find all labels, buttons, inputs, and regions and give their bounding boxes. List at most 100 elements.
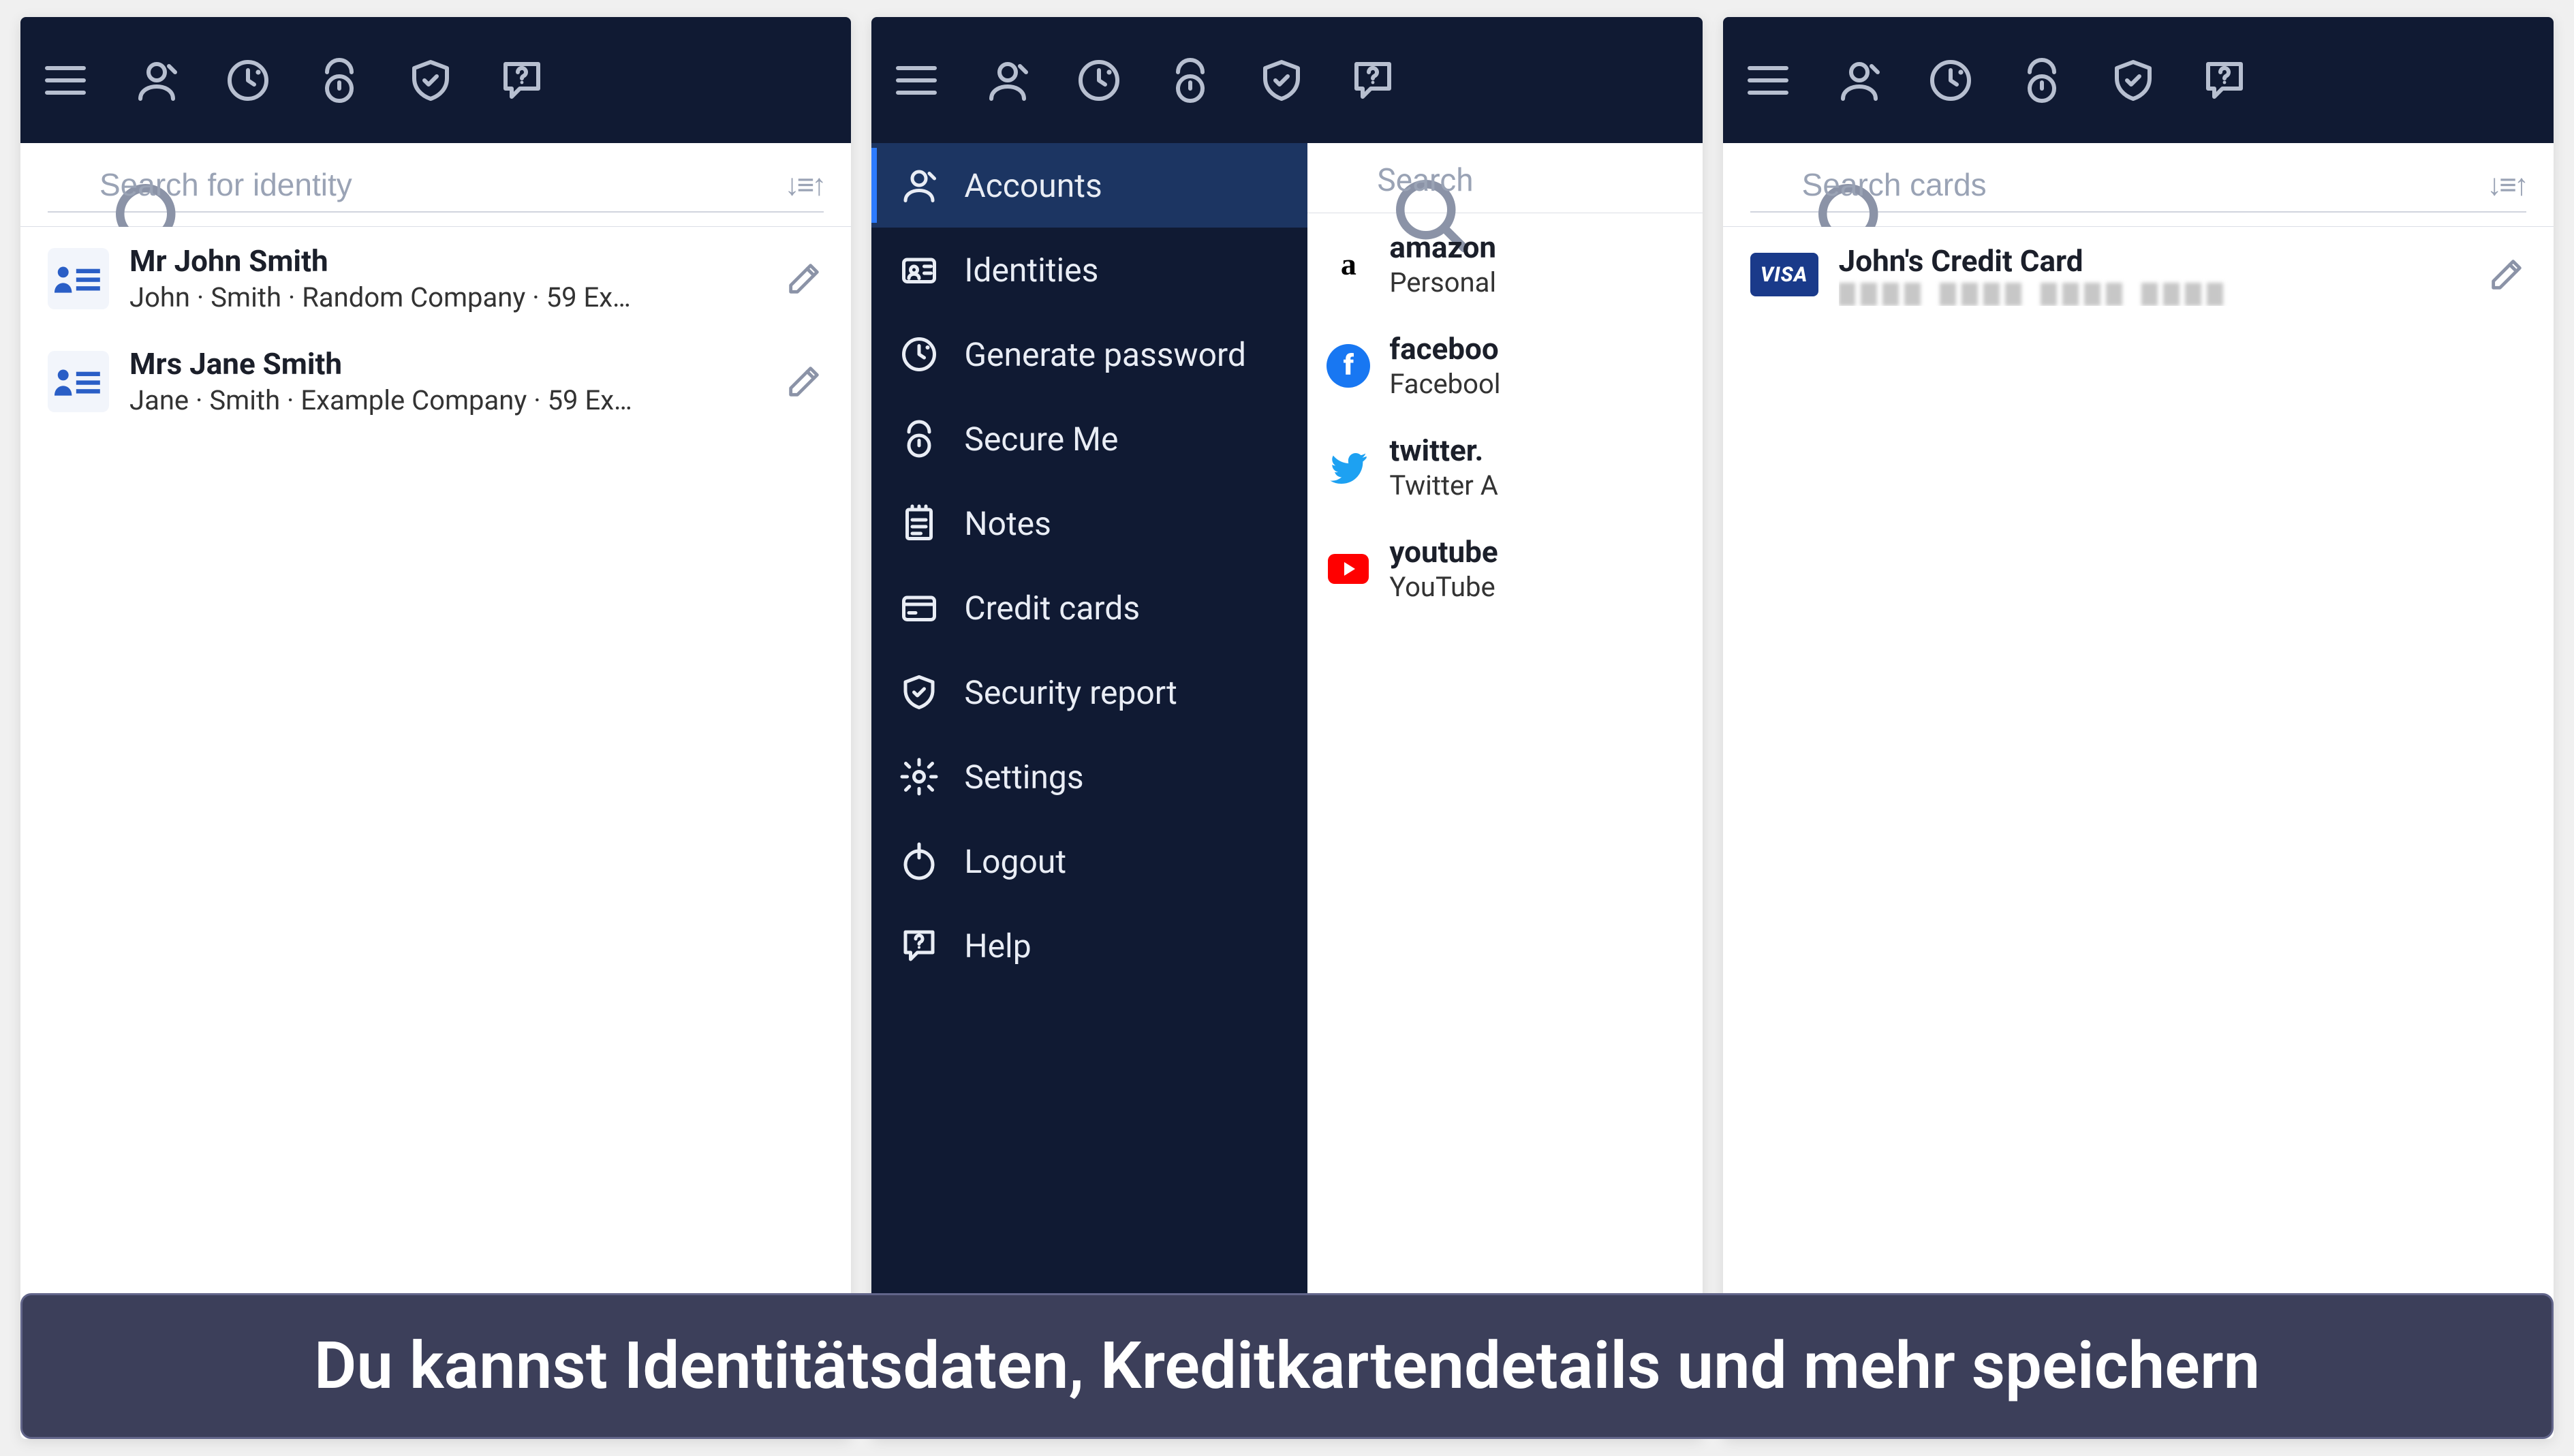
search-icon [48,167,83,202]
help-icon[interactable] [1348,56,1397,105]
secureme-icon[interactable] [1166,56,1215,105]
menu-item-secure-me[interactable]: Secure Me [871,397,1307,481]
menu-label: Identities [964,251,1098,290]
identity-row[interactable]: Mrs Jane Smith Jane · Smith · Example Co… [20,330,851,433]
search-input[interactable] [1802,166,2471,203]
identity-subtitle: Jane · Smith · Example Company · 59 Ex… [129,384,764,416]
account-title: youtube [1389,534,1498,570]
menu-item-identities[interactable]: Identities [871,228,1307,312]
account-row[interactable]: youtube YouTube [1307,518,1702,619]
identity-icon [48,351,109,412]
menu-item-notes[interactable]: Notes [871,481,1307,566]
secureme-icon [899,418,940,459]
account-row[interactable]: twitter. Twitter A [1307,416,1702,518]
side-menu: Accounts Identities Generate password Se… [871,143,1307,1439]
menu-label: Security report [964,673,1177,712]
screen-menu-open: Accounts Identities Generate password Se… [871,17,1702,1439]
menu-label: Secure Me [964,420,1118,459]
menu-label: Settings [964,758,1083,796]
card-title: John's Credit Card [1839,243,2466,279]
amazon-logo-icon: a [1327,243,1370,286]
card-row[interactable]: VISA John's Credit Card [1723,227,2554,322]
card-icon [899,587,940,628]
screen-identities: ↓≡↑ Mr John Smith John · Smith · Random … [20,17,851,1439]
menu-label: Credit cards [964,589,1140,628]
search-placeholder: Search [1377,162,1473,199]
menu-item-generate-password[interactable]: Generate password [871,312,1307,397]
account-subtitle: YouTube [1389,571,1498,603]
generate-icon [899,334,940,375]
sort-button[interactable]: ↓≡↑ [2487,167,2526,202]
generate-icon[interactable] [223,56,273,105]
menu-item-accounts[interactable]: Accounts [871,143,1307,228]
edit-button[interactable] [2487,255,2526,294]
identity-subtitle: John · Smith · Random Company · 59 Ex… [129,281,764,313]
shield-icon[interactable] [1257,56,1306,105]
facebook-logo-icon: f [1327,344,1370,388]
edit-button[interactable] [784,362,824,401]
search-input[interactable] [99,166,769,203]
topbar [871,17,1702,143]
shield-icon[interactable] [406,56,455,105]
hamburger-icon[interactable] [1743,56,1793,105]
menu-label: Help [964,927,1031,965]
logout-icon [899,841,940,882]
accounts-icon[interactable] [983,56,1032,105]
search-icon [1328,163,1363,198]
account-subtitle: Twitter A [1389,469,1498,501]
accounts-icon[interactable] [132,56,181,105]
search-bar: ↓≡↑ [1750,162,2526,213]
shield-icon[interactable] [2109,56,2158,105]
menu-item-help[interactable]: Help [871,903,1307,988]
hamburger-icon[interactable] [892,56,941,105]
topbar [20,17,851,143]
person-icon [899,165,940,206]
search-wrap: ↓≡↑ [20,143,851,227]
secureme-icon[interactable] [2017,56,2066,105]
menu-label: Generate password [964,335,1246,374]
sort-button[interactable]: ↓≡↑ [785,167,824,202]
twitter-logo-icon [1327,446,1370,489]
youtube-logo-icon [1327,547,1370,591]
search-icon [1750,167,1786,202]
caption-banner: Du kannst Identitätsdaten, Kreditkartend… [20,1293,2554,1439]
account-title: amazon [1389,230,1496,265]
generate-icon[interactable] [1926,56,1975,105]
menu-item-security-report[interactable]: Security report [871,650,1307,734]
menu-item-settings[interactable]: Settings [871,734,1307,819]
identity-row[interactable]: Mr John Smith John · Smith · Random Comp… [20,227,851,330]
edit-button[interactable] [784,259,824,298]
generate-icon[interactable] [1074,56,1123,105]
card-number-masked [1839,283,2466,306]
help-icon[interactable] [2200,56,2249,105]
menu-label: Notes [964,504,1051,543]
search-bar: ↓≡↑ [48,162,824,213]
account-title: faceboo [1389,331,1500,367]
accounts-icon[interactable] [1835,56,1884,105]
menu-label: Logout [964,842,1066,881]
identity-title: Mr John Smith [129,243,764,279]
menu-label: Accounts [964,166,1102,205]
hamburger-icon[interactable] [41,56,90,105]
screen-cards: ↓≡↑ VISA John's Credit Card [1723,17,2554,1439]
idcard-icon [899,249,940,290]
account-subtitle: Personal [1389,266,1496,298]
search-wrap: ↓≡↑ [1723,143,2554,227]
shield-icon [899,672,940,713]
secureme-icon[interactable] [315,56,364,105]
account-subtitle: Facebool [1389,368,1500,400]
notes-icon [899,503,940,544]
search-bar[interactable]: Search [1307,143,1702,213]
topbar [1723,17,2554,143]
accounts-peek: Search a amazon Personal f faceboo Faceb… [1307,143,1702,1439]
identity-icon [48,248,109,309]
identity-title: Mrs Jane Smith [129,346,764,382]
menu-item-logout[interactable]: Logout [871,819,1307,903]
help-icon [899,925,940,966]
account-title: twitter. [1389,433,1498,468]
account-row[interactable]: f faceboo Facebool [1307,315,1702,416]
menu-item-credit-cards[interactable]: Credit cards [871,566,1307,650]
help-icon[interactable] [497,56,546,105]
identity-list: Mr John Smith John · Smith · Random Comp… [20,227,851,1439]
visa-logo-icon: VISA [1750,253,1818,296]
